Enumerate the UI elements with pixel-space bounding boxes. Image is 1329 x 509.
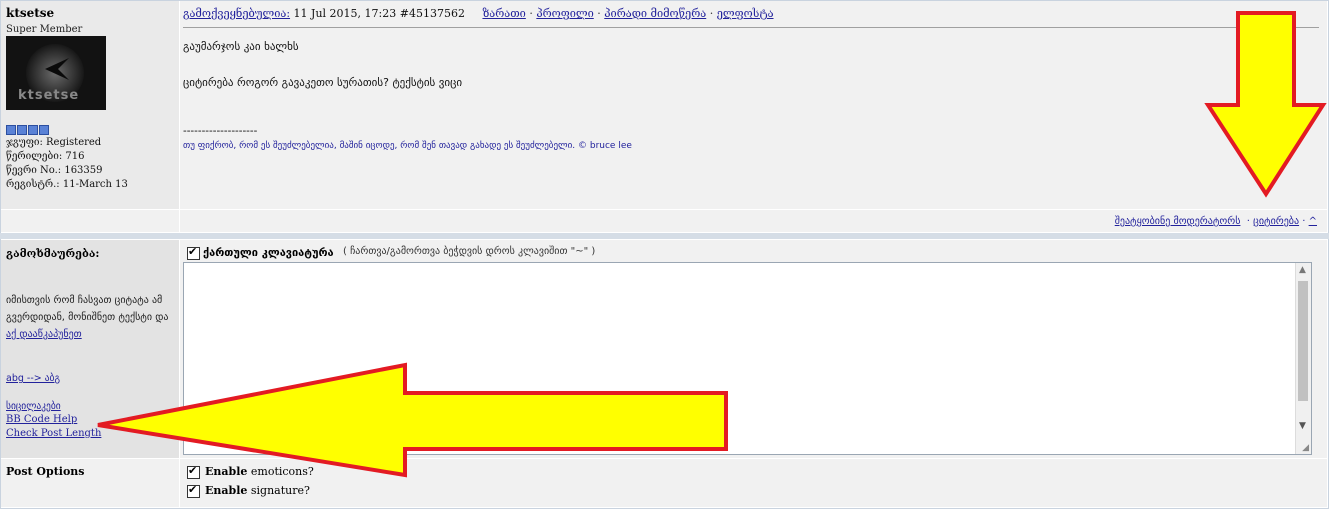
arrow-down-icon <box>1204 11 1327 198</box>
annotation-arrows <box>97 11 1327 478</box>
arrow-left-icon <box>97 362 728 478</box>
